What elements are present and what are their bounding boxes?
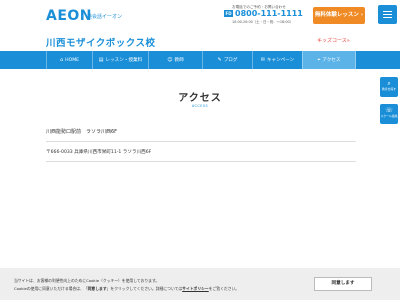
nav-item-label: HOME: [65, 58, 80, 63]
cookie-message: 当サイトは、お客様の利便性向上のためにCookie（クッキー）を使用しております…: [14, 277, 314, 293]
nav-item-home[interactable]: ⌂ HOME: [46, 51, 92, 69]
teacher-icon: ☺: [167, 57, 173, 63]
phone-hours: 10:00-20:00（土・日・祝：～18:00）: [232, 20, 294, 24]
kids-course-link[interactable]: キッズコース»: [317, 37, 350, 44]
school-contact-label: スクール連絡: [380, 114, 398, 118]
menu-bar-icon: [383, 11, 392, 13]
site-policy-link[interactable]: サイトポリシー: [182, 286, 209, 291]
cookie-line-2a: Cookieの使用に同意いただける場合は、「: [14, 286, 88, 291]
find-school-label: 教室を探す: [382, 87, 396, 91]
nav-item-teachers[interactable]: ☺ 教師: [148, 51, 202, 69]
find-school-button[interactable]: ⌕ 教室を探す: [380, 77, 398, 97]
lesson-icon: ▤: [98, 57, 104, 63]
page-subtitle: ACCESS: [191, 104, 209, 108]
school-title: 川西モザイクボックス校: [46, 38, 156, 49]
free-trial-button[interactable]: 無料体験レッスン ›: [313, 7, 365, 24]
search-icon: ⌕: [387, 80, 391, 87]
phone-number-text: 0800-111-1111: [235, 9, 303, 18]
nav-item-label: ブログ: [223, 58, 238, 63]
menu-bar-icon: [383, 17, 392, 19]
school-contact-button[interactable]: ☏ スクール連絡: [380, 104, 398, 124]
nav-item-label: レッスン・授業料: [105, 58, 143, 63]
page-title: アクセス: [178, 93, 222, 104]
home-icon: ⌂: [59, 57, 64, 63]
menu-bar-icon: [383, 14, 392, 16]
nav-item-label: キャンペーン: [266, 58, 295, 63]
mail-icon: ✉: [260, 57, 265, 63]
nav-item-blog[interactable]: ✎ ブログ: [202, 51, 252, 69]
logo-subtitle: 英会話イーオン: [87, 14, 123, 20]
phone-icon: ☏: [385, 107, 393, 114]
kids-course-label: キッズコース: [317, 38, 347, 44]
nav-item-label: 教師: [174, 58, 184, 63]
cookie-line-1: 当サイトは、お客様の利便性向上のためにCookie（クッキー）を使用しております…: [14, 278, 160, 283]
hamburger-menu-button[interactable]: [378, 5, 397, 24]
school-location: 川西能勢口駅前 ラソラ川西6F: [46, 128, 356, 142]
cookie-line-2d: をご覧ください。: [208, 286, 240, 291]
cookie-agree-mention: 同意します: [87, 286, 107, 291]
nav-item-access[interactable]: ⌖ アクセス: [302, 51, 356, 69]
site-header: AEON 英会話イーオン お電話でのご予約・お問い合わせ FD 0800-111-…: [0, 0, 400, 30]
aeon-logo[interactable]: AEON: [46, 8, 92, 24]
school-address: 〒666-0033 兵庫県川西市栄町11-1 ラソラ川西6F: [46, 149, 356, 162]
cookie-line-2c: 」をクリックしてください。詳細については: [106, 286, 183, 291]
location-icon: ⌖: [317, 57, 321, 63]
pencil-icon: ✎: [217, 57, 222, 63]
double-chevron-icon: »: [346, 38, 350, 44]
phone-number[interactable]: FD 0800-111-1111: [224, 9, 303, 18]
nav-item-label: アクセス: [322, 58, 341, 63]
main-nav: ⌂ HOME ▤ レッスン・授業料 ☺ 教師 ✎ ブログ ✉ キャンペーン ⌖ アクセス: [0, 51, 400, 69]
cookie-consent-bar: 当サイトは、お客様の利便性向上のためにCookie（クッキー）を使用しております…: [0, 268, 400, 300]
nav-item-campaign[interactable]: ✉ キャンペーン: [252, 51, 302, 69]
agree-button[interactable]: 同意します: [314, 277, 372, 291]
nav-item-lessons[interactable]: ▤ レッスン・授業料: [92, 51, 148, 69]
freedial-icon: FD: [224, 10, 233, 17]
